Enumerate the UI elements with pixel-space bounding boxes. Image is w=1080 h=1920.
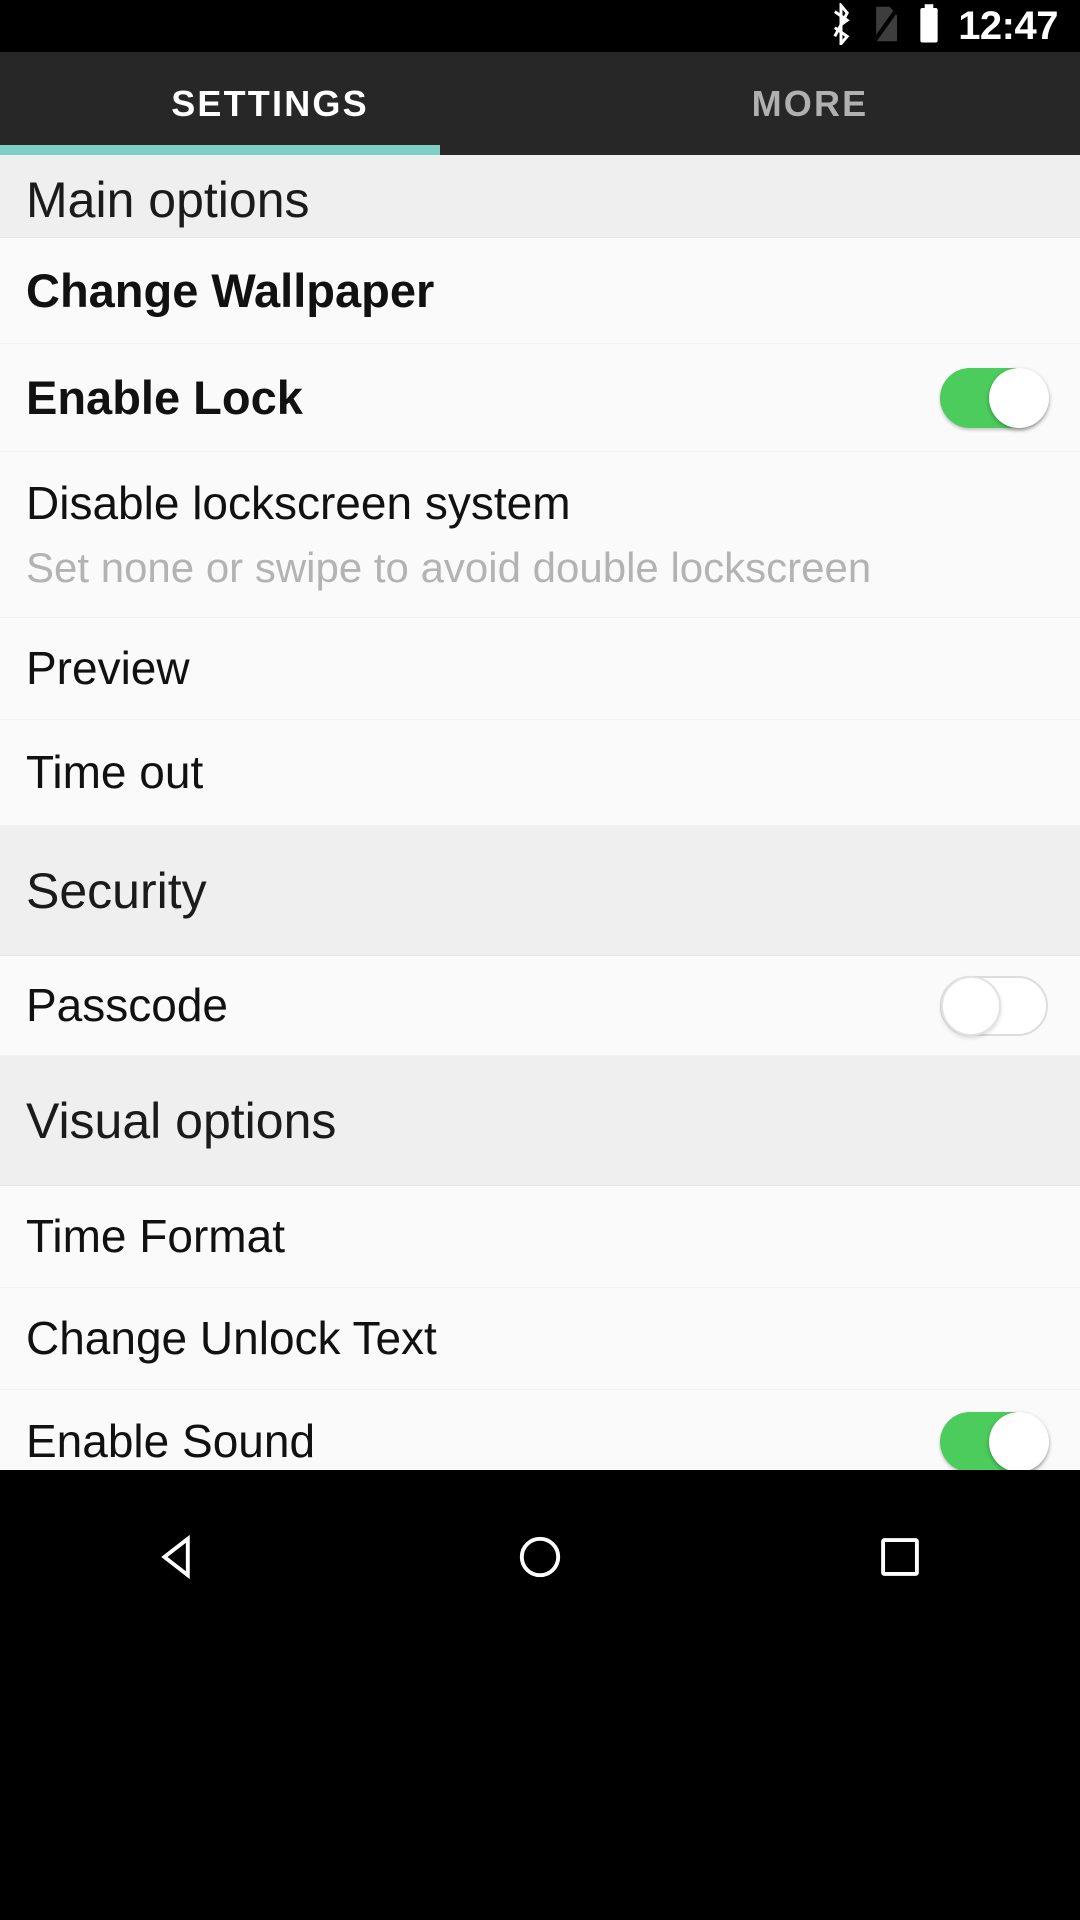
row-texts: Time Format: [26, 1210, 285, 1263]
home-button[interactable]: [460, 1514, 620, 1604]
row-subtitle: Set none or swipe to avoid double locksc…: [26, 543, 872, 591]
row-passcode[interactable]: Passcode: [0, 956, 1080, 1056]
tab-more[interactable]: MORE: [540, 52, 1080, 155]
row-enable-lock[interactable]: Enable Lock: [0, 344, 1080, 452]
status-bar-clock: 12:47: [958, 4, 1058, 48]
back-triangle-icon: [154, 1531, 206, 1588]
row-disable-lockscreen-system[interactable]: Disable lockscreen system Set none or sw…: [0, 452, 1080, 618]
row-change-unlock-text[interactable]: Change Unlock Text: [0, 1288, 1080, 1390]
section-header-label: Security: [26, 862, 207, 919]
status-bar-icons: [826, 0, 942, 50]
no-sim-icon: [870, 3, 902, 50]
row-title: Disable lockscreen system: [26, 477, 571, 530]
toggle-enable-sound[interactable]: [940, 1411, 1049, 1470]
tab-bar: SETTINGS MORE: [0, 52, 1080, 155]
row-texts: Time out: [26, 746, 204, 799]
row-texts: Passcode: [26, 979, 229, 1032]
row-time-format[interactable]: Time Format: [0, 1186, 1080, 1288]
row-change-wallpaper[interactable]: Change Wallpaper: [0, 238, 1080, 344]
battery-full-icon: [916, 3, 942, 50]
row-texts: Enable Sound: [26, 1415, 316, 1468]
row-texts: Change Unlock Text: [26, 1312, 437, 1365]
section-header-main-options: Main options: [0, 155, 1080, 238]
row-title: Passcode: [26, 979, 229, 1032]
row-enable-sound[interactable]: Enable Sound: [0, 1390, 1080, 1470]
tab-settings-label: SETTINGS: [171, 82, 369, 124]
row-preview[interactable]: Preview: [0, 618, 1080, 720]
back-button[interactable]: [100, 1514, 260, 1604]
home-circle-icon: [514, 1531, 566, 1588]
row-texts: Change Wallpaper: [26, 263, 435, 317]
toggle-knob: [989, 367, 1049, 428]
row-texts: Preview: [26, 642, 190, 695]
navigation-bar: [0, 1470, 1080, 1920]
status-bar: 12:47: [0, 0, 1080, 52]
section-header-visual-options: Visual options: [0, 1056, 1080, 1186]
row-title: Preview: [26, 642, 190, 695]
row-texts: Disable lockscreen system Set none or sw…: [26, 479, 871, 589]
phone-screen: 12:47 SETTINGS MORE Main options Change …: [0, 0, 1080, 1920]
bluetooth-icon: [826, 0, 856, 50]
row-time-out[interactable]: Time out: [0, 720, 1080, 826]
row-title: Change Unlock Text: [26, 1312, 437, 1365]
section-header-label: Visual options: [26, 1092, 337, 1149]
toggle-knob: [941, 975, 1001, 1036]
section-header-security: Security: [0, 826, 1080, 956]
recents-button[interactable]: [820, 1514, 980, 1604]
row-title: Time Format: [26, 1210, 285, 1263]
tab-settings[interactable]: SETTINGS: [0, 52, 540, 155]
row-title: Enable Sound: [26, 1415, 316, 1468]
section-header-label: Main options: [26, 172, 310, 228]
toggle-passcode[interactable]: [940, 975, 1048, 1036]
tab-more-label: MORE: [751, 82, 869, 124]
toggle-knob: [989, 1411, 1049, 1470]
tab-active-indicator: [0, 145, 440, 155]
row-texts: Enable Lock: [26, 370, 303, 424]
row-title: Enable Lock: [26, 370, 303, 424]
row-title: Time out: [26, 746, 204, 799]
toggle-enable-lock[interactable]: [940, 367, 1049, 428]
row-title: Change Wallpaper: [26, 263, 435, 317]
recents-square-icon: [874, 1531, 926, 1588]
settings-list[interactable]: Main options Change Wallpaper Enable Loc…: [0, 155, 1080, 1470]
